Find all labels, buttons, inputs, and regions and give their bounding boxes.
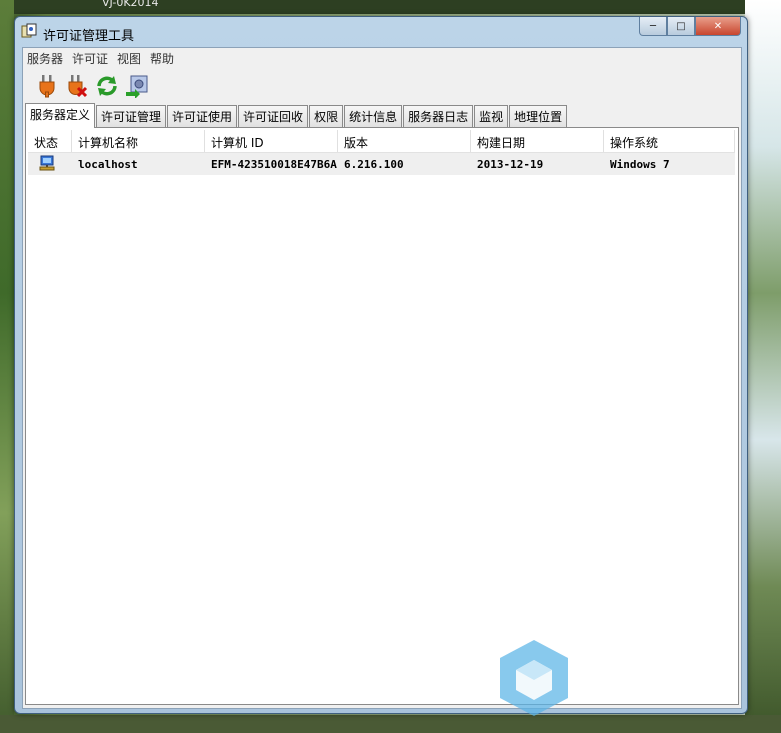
menu-help[interactable]: 帮助 <box>146 48 179 68</box>
cell-computer-name: localhost <box>78 158 138 171</box>
app-window: 许可证管理工具 ─ □ ✕ 服务器 许可证 视图 帮助 服务器定义 许可证管理 … <box>14 16 748 714</box>
tab-license-recovery[interactable]: 许可证回收 <box>238 105 309 127</box>
tab-server-definition[interactable]: 服务器定义 <box>25 103 96 128</box>
title-bar[interactable]: 许可证管理工具 ─ □ ✕ <box>15 17 747 47</box>
tab-permissions[interactable]: 权限 <box>309 105 344 127</box>
column-header-os[interactable]: 操作系统 <box>604 130 735 152</box>
menu-server[interactable]: 服务器 <box>23 48 68 68</box>
menu-view[interactable]: 视图 <box>113 48 146 68</box>
table-row[interactable]: localhost EFM-423510018E47B6A 6.216.100 … <box>28 153 735 175</box>
tab-strip: 服务器定义 许可证管理 许可证使用 许可证回收 权限 统计信息 服务器日志 监视… <box>25 103 568 128</box>
tab-monitor[interactable]: 监视 <box>474 105 509 127</box>
export-icon[interactable] <box>123 72 151 100</box>
cell-build-date: 2013-12-19 <box>477 158 544 171</box>
tab-geo-location[interactable]: 地理位置 <box>509 105 568 127</box>
window-title: 许可证管理工具 <box>43 29 135 44</box>
desktop-caption: VJ-0K2014 <box>102 0 159 9</box>
window-controls: ─ □ ✕ <box>639 17 741 36</box>
menu-bar: 服务器 许可证 视图 帮助 <box>23 48 741 68</box>
maximize-button[interactable]: □ <box>667 17 695 36</box>
cell-computer-id: EFM-423510018E47B6A <box>211 158 337 171</box>
tab-license-usage[interactable]: 许可证使用 <box>167 105 238 127</box>
close-button[interactable]: ✕ <box>695 17 741 36</box>
refresh-icon[interactable] <box>93 72 121 100</box>
desktop-wallpaper-right <box>745 0 781 733</box>
disconnect-plug-icon[interactable] <box>63 72 91 100</box>
tab-license-management[interactable]: 许可证管理 <box>96 105 167 127</box>
app-icon <box>21 23 37 39</box>
cell-version: 6.216.100 <box>344 158 404 171</box>
column-header-status[interactable]: 状态 <box>28 130 72 152</box>
column-header-computer-id[interactable]: 计算机 ID <box>205 130 338 152</box>
server-table: 状态 计算机名称 计算机 ID 版本 构建日期 操作系统 localhost E… <box>28 130 735 175</box>
watermark-logo <box>498 638 570 718</box>
column-header-computer-name[interactable]: 计算机名称 <box>72 130 205 152</box>
tab-panel: 状态 计算机名称 计算机 ID 版本 构建日期 操作系统 localhost E… <box>25 127 739 705</box>
client-area: 服务器 许可证 视图 帮助 服务器定义 许可证管理 许可证使用 许可证回收 权限… <box>22 47 742 709</box>
desktop-wallpaper-left <box>0 0 14 733</box>
table-header: 状态 计算机名称 计算机 ID 版本 构建日期 操作系统 <box>28 130 735 153</box>
tab-server-log[interactable]: 服务器日志 <box>403 105 474 127</box>
computer-icon <box>28 153 72 175</box>
connect-plug-icon[interactable] <box>33 72 61 100</box>
menu-license[interactable]: 许可证 <box>68 48 113 68</box>
toolbar <box>23 70 751 102</box>
column-header-build-date[interactable]: 构建日期 <box>471 130 604 152</box>
column-header-version[interactable]: 版本 <box>338 130 471 152</box>
taskbar <box>0 715 781 733</box>
minimize-button[interactable]: ─ <box>639 17 667 36</box>
cell-os: Windows 7 <box>610 158 670 171</box>
tab-statistics[interactable]: 统计信息 <box>344 105 403 127</box>
